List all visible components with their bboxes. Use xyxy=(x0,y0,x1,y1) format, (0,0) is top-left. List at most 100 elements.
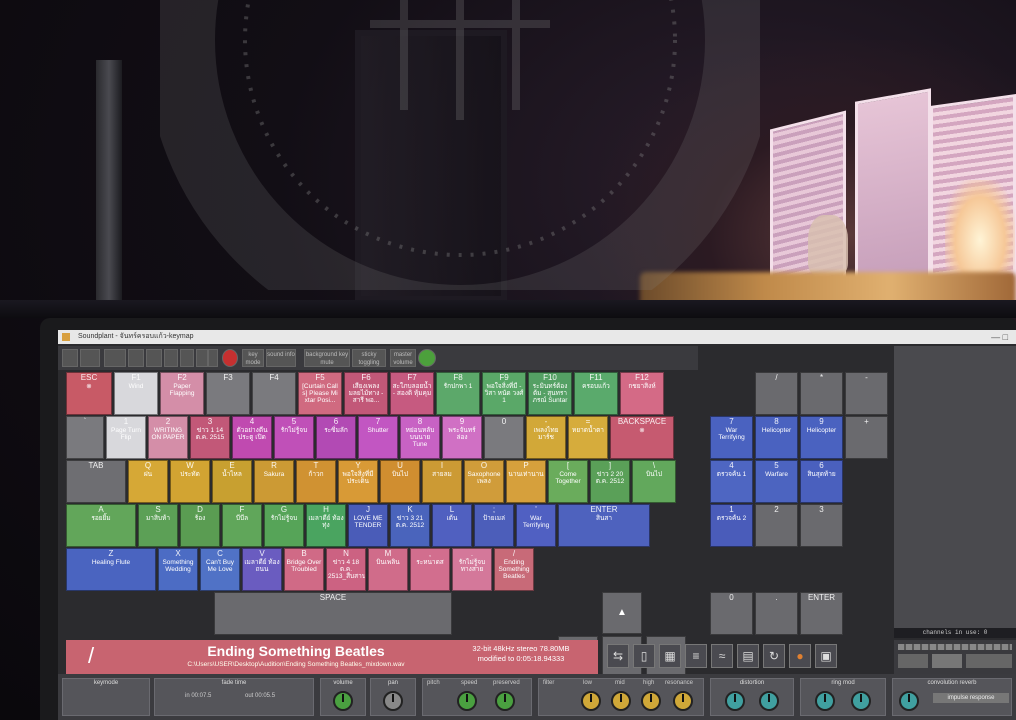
key-40[interactable]: \ บินไป xyxy=(632,460,676,503)
key-mode-button[interactable]: key mode xyxy=(242,349,264,367)
numpad-key-10[interactable]: 1 ตรวจค้น 2 xyxy=(710,504,753,547)
key-36[interactable]: O Saxophone เพลง xyxy=(464,460,504,503)
meter-icon[interactable] xyxy=(146,349,162,367)
key-22[interactable]: 9 พระจันทร์ล่อง xyxy=(442,416,482,459)
key-20[interactable]: 7 Shutter xyxy=(358,416,398,459)
key-60[interactable]: , ระหนาดส xyxy=(410,548,450,591)
key-0[interactable]: ESC ⊗ xyxy=(66,372,112,415)
key-47[interactable]: J LOVE ME TENDER xyxy=(348,504,388,547)
low-knob[interactable] xyxy=(581,691,601,711)
key-53[interactable]: Z Healing Flute xyxy=(66,548,156,591)
numpad-key-5[interactable]: 9 Helicopter xyxy=(800,416,843,459)
help-icon[interactable] xyxy=(196,349,208,367)
key-13[interactable]: ` xyxy=(66,416,104,459)
ring-mod-knob-2[interactable] xyxy=(851,691,871,711)
home-icon[interactable] xyxy=(180,349,194,367)
waveform-icon[interactable]: ≈ xyxy=(711,644,733,668)
numpad-key-12[interactable]: 3 xyxy=(800,504,843,547)
numpad-key-9[interactable]: + xyxy=(845,416,888,459)
key-1[interactable]: F1 Wind xyxy=(114,372,158,415)
key-48[interactable]: K ข่าว 3 21 ต.ค. 2512 xyxy=(390,504,430,547)
resonance-knob[interactable] xyxy=(673,691,693,711)
save-icon[interactable] xyxy=(104,349,126,367)
key-31[interactable]: R Sakura xyxy=(254,460,294,503)
volume-knob[interactable] xyxy=(333,691,353,711)
key-21[interactable]: 8 หย่อนหลับบนนาย Tune xyxy=(400,416,440,459)
numpad-key-14[interactable]: . xyxy=(755,592,798,635)
key-55[interactable]: C Can't Buy Me Love xyxy=(200,548,240,591)
mixer-icon[interactable]: ≡ xyxy=(685,644,707,668)
key-9[interactable]: F9 พอใจสิ่งที่มี - วิสา หนัด วงศ์ 1 xyxy=(482,372,526,415)
window-controls[interactable]: — □ xyxy=(991,330,1008,344)
impulse-response-select[interactable]: impulse response xyxy=(933,693,1009,703)
key-32[interactable]: T ก้าวก xyxy=(296,460,336,503)
mid-knob[interactable] xyxy=(611,691,631,711)
calendar-icon[interactable]: ▤ xyxy=(737,644,759,668)
fade-box[interactable]: fade time in 00:07.5 out 00:05.5 xyxy=(154,678,314,716)
arrow-up-icon[interactable]: ▲ xyxy=(602,592,642,634)
key-26[interactable]: BACKSPACE ⊗ xyxy=(610,416,674,459)
key-23[interactable]: 0 xyxy=(484,416,524,459)
key-43[interactable]: D ร้อง xyxy=(180,504,220,547)
key-50[interactable]: ; ป้ายเมล่ xyxy=(474,504,514,547)
key-54[interactable]: X Something Wedding xyxy=(158,548,198,591)
numpad-key-2[interactable]: - xyxy=(845,372,888,415)
info-icon[interactable] xyxy=(208,349,218,367)
key-34[interactable]: U บินไป xyxy=(380,460,420,503)
distortion-knob-2[interactable] xyxy=(759,691,779,711)
key-10[interactable]: F10 ระมินทร์ต้อง ต้ม - สุนทรา ภรณ์ Suntar xyxy=(528,372,572,415)
key-3[interactable]: F3 xyxy=(206,372,250,415)
numpad-key-8[interactable]: 6 สินสุดท้าย xyxy=(800,460,843,503)
numpad-key-0[interactable]: / xyxy=(755,372,798,415)
key-37[interactable]: P นานเท่านาน xyxy=(506,460,546,503)
key-39[interactable]: ] ข่าว 2 20 ต.ค. 2512 xyxy=(590,460,630,503)
key-18[interactable]: 5 รักไม่รู้จบ xyxy=(274,416,314,459)
key-51[interactable]: ' War Terrifying xyxy=(516,504,556,547)
key-12[interactable]: F12 กชยาสิงห์ xyxy=(620,372,664,415)
key-52[interactable]: ENTER สินสา xyxy=(558,504,650,547)
key-16[interactable]: 3 ข่าว 1 14 ต.ค. 2515 xyxy=(190,416,230,459)
key-19[interactable]: 6 ระซิ่มลัก xyxy=(316,416,356,459)
key-57[interactable]: B Bridge Over Troubled xyxy=(284,548,324,591)
key-38[interactable]: [Come Together xyxy=(548,460,588,503)
key-46[interactable]: H เมลาดีย์ ท้องทุ่ง xyxy=(306,504,346,547)
key-8[interactable]: F8 รักปกพา 1 xyxy=(436,372,480,415)
ring-mod-knob-1[interactable] xyxy=(815,691,835,711)
keymode-box[interactable]: keymode xyxy=(62,678,150,716)
key-35[interactable]: I สายลม xyxy=(422,460,462,503)
save-sound-icon[interactable]: ▣ xyxy=(815,644,837,668)
convolution-knob[interactable] xyxy=(899,691,919,711)
key-58[interactable]: N ข่าว 4 18 ต.ค. 2513_สืบสาน xyxy=(326,548,366,591)
key-24[interactable]: - เพลงไทยมาร์ช xyxy=(526,416,566,459)
key-2[interactable]: F2 Paper Flapping xyxy=(160,372,204,415)
key-44[interactable]: F บีบีล xyxy=(222,504,262,547)
stop-icon[interactable]: ● xyxy=(789,644,811,668)
grid-icon[interactable]: ▦ xyxy=(659,644,681,668)
gear-icon[interactable] xyxy=(128,349,144,367)
record-button[interactable] xyxy=(222,349,238,367)
key-49[interactable]: L เต้น xyxy=(432,504,472,547)
numpad-key-1[interactable]: * xyxy=(800,372,843,415)
key-28[interactable]: Q ฝน xyxy=(128,460,168,503)
key-41[interactable]: A รอยยิ้ม xyxy=(66,504,136,547)
key-11[interactable]: F11 ครอบแก้ว xyxy=(574,372,618,415)
key-25[interactable]: = หยาดน้ำตา xyxy=(568,416,608,459)
key-56[interactable]: V เมลาดีย์ ท้องถนน xyxy=(242,548,282,591)
key-7[interactable]: F7 สะใภบลอยน้ำ - สองติ หุ้มคุม xyxy=(390,372,434,415)
numpad-key-7[interactable]: 5 Warfare xyxy=(755,460,798,503)
key-61[interactable]: . รักไม่รู้จบ ทางสาย xyxy=(452,548,492,591)
open-icon[interactable] xyxy=(80,349,100,367)
sticky-toggling-button[interactable]: sticky toggling xyxy=(352,349,386,367)
window-icon[interactable] xyxy=(164,349,178,367)
key-33[interactable]: Y พอใจสิ่งที่มีประเด็น xyxy=(338,460,378,503)
folder-icon[interactable] xyxy=(62,349,78,367)
key-14[interactable]: 1 Page Turn Flip xyxy=(106,416,146,459)
key-63[interactable]: SPACE xyxy=(214,592,452,635)
key-45[interactable]: G รักไม่รู้จบ xyxy=(264,504,304,547)
high-knob[interactable] xyxy=(641,691,661,711)
numpad-key-15[interactable]: ENTER xyxy=(800,592,843,635)
sound-info-button[interactable]: sound info xyxy=(266,349,296,367)
key-27[interactable]: TAB xyxy=(66,460,126,503)
numpad-key-13[interactable]: 0 xyxy=(710,592,753,635)
key-17[interactable]: 4 ตัวอย่างตีนประตู เปิด xyxy=(232,416,272,459)
